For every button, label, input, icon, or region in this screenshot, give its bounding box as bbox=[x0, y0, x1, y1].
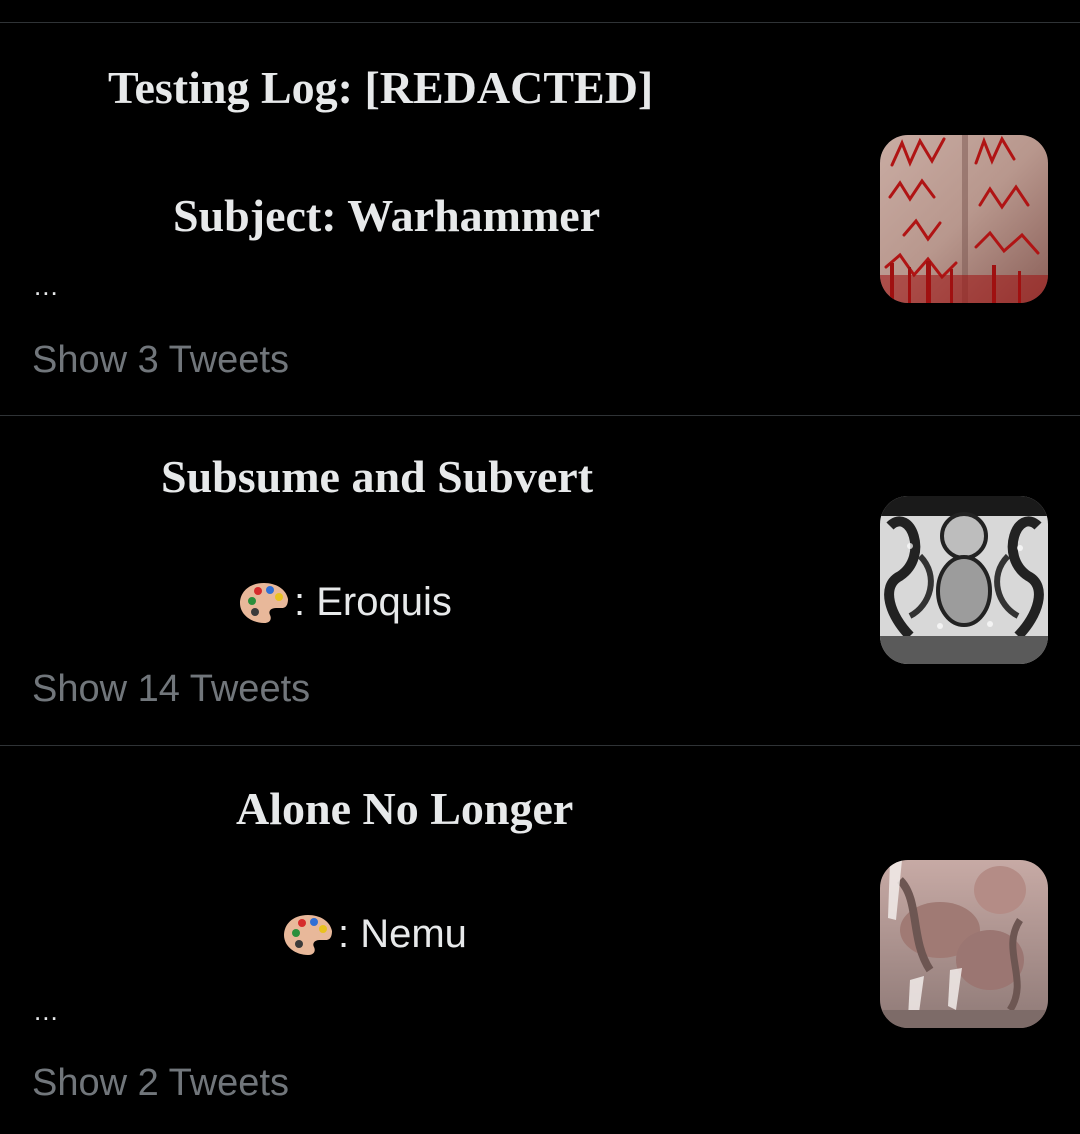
artist-credit: : Eroquis bbox=[238, 580, 452, 625]
thread-title: Alone No Longer bbox=[236, 783, 574, 834]
artist-credit: : Nemu bbox=[282, 912, 467, 957]
truncation-ellipsis: ... bbox=[34, 271, 59, 301]
thread-thumbnail[interactable] bbox=[880, 496, 1048, 664]
thread-title: Testing Log: [REDACTED] bbox=[108, 62, 654, 113]
thread-card-2[interactable]: Subsume and Subvert : Eroquis Show 14 Tw… bbox=[0, 416, 1080, 745]
palette-icon bbox=[238, 581, 290, 625]
truncation-ellipsis: ... bbox=[34, 996, 59, 1026]
artist-credit-text: : Nemu bbox=[338, 912, 467, 956]
palette-icon bbox=[282, 913, 334, 957]
show-tweets-link[interactable]: Show 2 Tweets bbox=[32, 1062, 289, 1105]
show-tweets-link[interactable]: Show 3 Tweets bbox=[32, 339, 289, 382]
thread-subtitle: Subject: Warhammer bbox=[173, 190, 601, 241]
show-tweets-link[interactable]: Show 14 Tweets bbox=[32, 668, 310, 711]
thread-thumbnail[interactable] bbox=[880, 135, 1048, 303]
thread-title: Subsume and Subvert bbox=[161, 451, 594, 502]
thread-card-1[interactable]: Testing Log: [REDACTED] Subject: Warhamm… bbox=[0, 23, 1080, 415]
thread-card-3[interactable]: Alone No Longer : Nemu ... Show 2 Tweets bbox=[0, 746, 1080, 1134]
thread-thumbnail[interactable] bbox=[880, 860, 1048, 1028]
artist-credit-text: : Eroquis bbox=[294, 580, 452, 624]
